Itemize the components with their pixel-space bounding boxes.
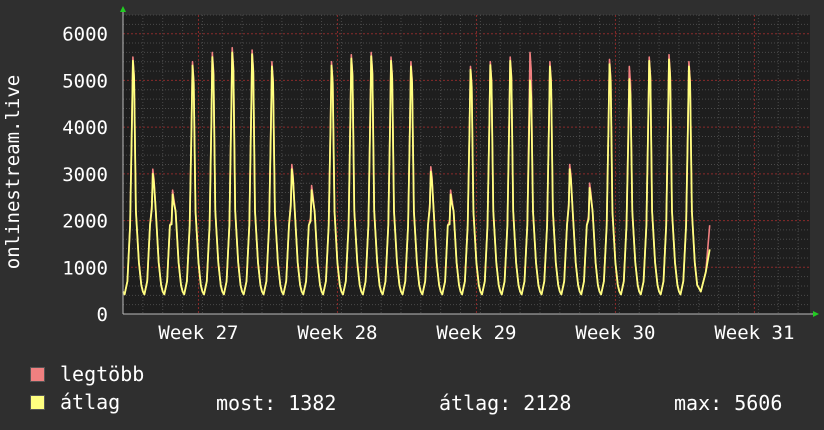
stat-maximum: max: 5606	[674, 391, 783, 415]
y-axis-arrow	[120, 6, 126, 12]
y-tick-label: 1000	[62, 257, 108, 279]
y-axis-label: onlinestream.live	[2, 75, 24, 269]
x-tick-label: Week 31	[714, 322, 794, 344]
y-tick-label: 2000	[62, 211, 108, 233]
legend-label-avg: átlag	[60, 390, 121, 414]
y-tick-label: 0	[97, 304, 108, 326]
y-tick-label: 5000	[62, 70, 108, 92]
x-tick-label: Week 29	[436, 322, 516, 344]
stat-current: most: 1382	[216, 391, 337, 415]
y-tick-label: 3000	[62, 164, 108, 186]
x-tick-label: Week 28	[297, 322, 377, 344]
x-tick-label: Week 27	[158, 322, 238, 344]
y-tick-label: 6000	[62, 24, 108, 46]
legend-item-avg: átlag	[30, 390, 121, 414]
x-tick-label: Week 30	[575, 322, 655, 344]
legend-label-max: legtöbb	[60, 362, 145, 386]
x-axis-arrow	[813, 311, 819, 317]
legend-swatch-avg	[30, 394, 45, 410]
y-tick-label: 4000	[62, 117, 108, 139]
legend-swatch-max	[30, 366, 45, 382]
stat-average: átlag: 2128	[439, 391, 572, 415]
legend-item-max: legtöbb	[30, 362, 145, 386]
